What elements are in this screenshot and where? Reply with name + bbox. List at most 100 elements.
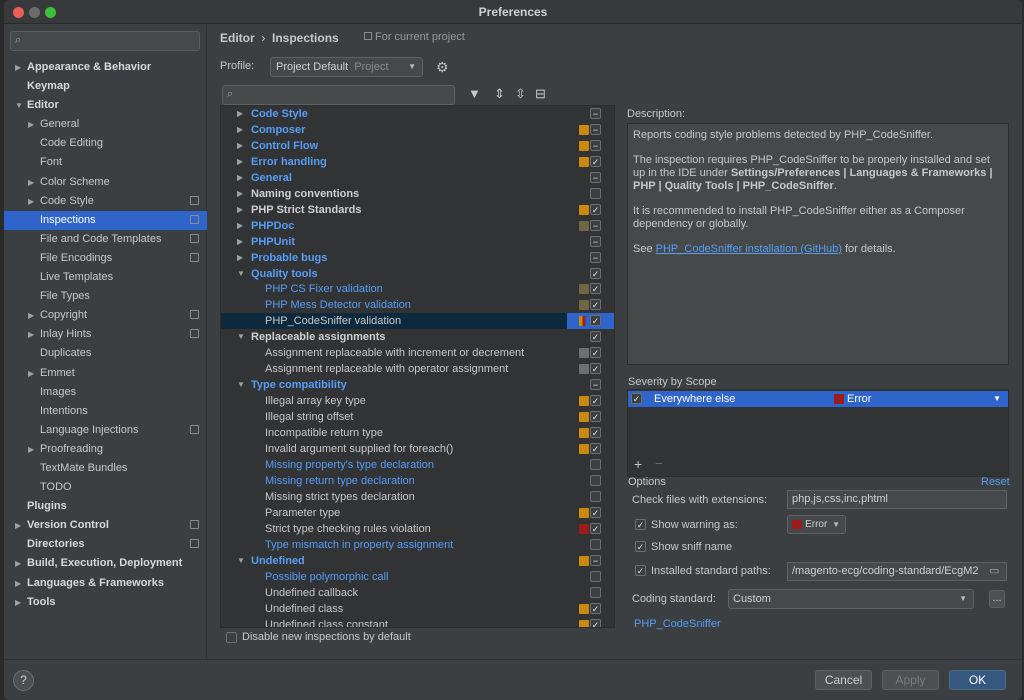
inspection-group[interactable]: ▶ Error handling ✓: [221, 154, 614, 170]
inspection-checkbox[interactable]: [590, 474, 601, 486]
chevron-right-icon[interactable]: ▶: [15, 58, 21, 77]
chevron-down-icon[interactable]: ▼: [993, 391, 1001, 407]
chevron-right-icon[interactable]: ▶: [237, 106, 243, 122]
inspection-item[interactable]: Illegal array key type ✓: [221, 393, 614, 409]
coding-standard-select[interactable]: Custom ▼: [728, 589, 974, 609]
sidebar-item-proofreading[interactable]: ▶ Proofreading: [4, 440, 207, 459]
inspection-checkbox[interactable]: ✓: [590, 602, 601, 614]
inspection-item[interactable]: Assignment replaceable with increment or…: [221, 345, 614, 361]
folder-icon[interactable]: ▭: [989, 563, 1003, 580]
chevron-down-icon[interactable]: ▼: [15, 96, 23, 115]
inspection-checkbox[interactable]: [590, 586, 601, 598]
sidebar-item-directories[interactable]: Directories: [4, 535, 207, 554]
ok-button[interactable]: OK: [949, 670, 1006, 690]
inspection-checkbox[interactable]: ✓: [590, 411, 601, 423]
expand-all-icon[interactable]: ⇕: [494, 86, 505, 102]
inspection-checkbox[interactable]: −: [590, 554, 601, 566]
sidebar-item-file-and-code-templates[interactable]: File and Code Templates: [4, 230, 207, 249]
sidebar-item-keymap[interactable]: Keymap: [4, 77, 207, 96]
chevron-right-icon[interactable]: ▶: [28, 173, 34, 192]
sidebar-item-file-types[interactable]: File Types: [4, 287, 207, 306]
zoom-window-button[interactable]: [45, 7, 56, 18]
inspection-checkbox[interactable]: [590, 570, 601, 582]
inspection-checkbox[interactable]: −: [590, 139, 601, 151]
installed-paths-checkbox[interactable]: ✓: [635, 565, 646, 576]
gear-icon[interactable]: ⚙: [436, 59, 449, 76]
inspection-group[interactable]: ▶ Composer −: [221, 122, 614, 138]
sidebar-item-font[interactable]: Font: [4, 153, 207, 172]
sidebar-item-live-templates[interactable]: Live Templates: [4, 268, 207, 287]
chevron-right-icon[interactable]: ▶: [237, 250, 243, 266]
chevron-right-icon[interactable]: ▶: [237, 170, 243, 186]
chevron-right-icon[interactable]: ▶: [15, 574, 21, 593]
inspection-checkbox[interactable]: [590, 538, 601, 550]
chevron-right-icon[interactable]: ▶: [15, 593, 21, 612]
sidebar-item-plugins[interactable]: Plugins: [4, 497, 207, 516]
inspection-checkbox[interactable]: −: [590, 123, 601, 135]
inspection-checkbox[interactable]: −: [590, 171, 601, 183]
add-scope-button[interactable]: +: [634, 456, 642, 472]
sidebar-item-code-style[interactable]: ▶ Code Style: [4, 192, 207, 211]
inspection-checkbox[interactable]: [590, 490, 601, 502]
sidebar-item-textmate-bundles[interactable]: TextMate Bundles: [4, 459, 207, 478]
inspection-item[interactable]: Strict type checking rules violation ✓: [221, 521, 614, 537]
sidebar-item-appearance-behavior[interactable]: ▶ Appearance & Behavior: [4, 58, 207, 77]
sidebar-item-inlay-hints[interactable]: ▶ Inlay Hints: [4, 325, 207, 344]
chevron-right-icon[interactable]: ▶: [28, 325, 34, 344]
sidebar-search-input[interactable]: ⌕: [10, 31, 200, 51]
sidebar-item-images[interactable]: Images: [4, 383, 207, 402]
inspection-group[interactable]: ▼ Replaceable assignments ✓: [221, 329, 614, 345]
sidebar-item-editor[interactable]: ▼ Editor: [4, 96, 207, 115]
inspection-checkbox[interactable]: ✓: [590, 618, 601, 627]
sidebar-item-copyright[interactable]: ▶ Copyright: [4, 306, 207, 325]
sidebar-item-intentions[interactable]: Intentions: [4, 402, 207, 421]
chevron-right-icon[interactable]: ▶: [237, 186, 243, 202]
more-button[interactable]: ...: [989, 590, 1005, 608]
chevron-right-icon[interactable]: ▶: [28, 306, 34, 325]
inspection-group[interactable]: ▶ Probable bugs −: [221, 250, 614, 266]
inspection-group[interactable]: ▶ Code Style −: [221, 106, 614, 122]
inspection-item[interactable]: Illegal string offset ✓: [221, 409, 614, 425]
inspection-item[interactable]: PHP CS Fixer validation ✓: [221, 281, 614, 297]
inspection-item[interactable]: PHP_CodeSniffer validation ✓: [221, 313, 614, 330]
sidebar-item-emmet[interactable]: ▶ Emmet: [4, 364, 207, 383]
reset-link[interactable]: Reset: [981, 476, 1010, 488]
sidebar-item-inspections[interactable]: Inspections: [4, 210, 207, 230]
collapse-all-icon[interactable]: ⇳: [515, 86, 526, 102]
inspection-group[interactable]: ▼ Quality tools ✓: [221, 266, 614, 282]
chevron-down-icon[interactable]: ▼: [237, 329, 245, 345]
inspection-item[interactable]: Missing return type declaration: [221, 473, 614, 489]
severity-level[interactable]: Error: [847, 391, 871, 407]
installation-link[interactable]: PHP_CodeSniffer installation (GitHub): [656, 243, 842, 255]
inspection-item[interactable]: Assignment replaceable with operator ass…: [221, 361, 614, 377]
sidebar-item-duplicates[interactable]: Duplicates: [4, 344, 207, 363]
inspection-checkbox[interactable]: −: [590, 379, 601, 391]
sidebar-item-version-control[interactable]: ▶ Version Control: [4, 516, 207, 535]
inspection-checkbox[interactable]: −: [590, 251, 601, 263]
inspection-checkbox[interactable]: ✓: [590, 427, 601, 439]
sidebar-item-tools[interactable]: ▶ Tools: [4, 593, 207, 612]
breadcrumb-editor[interactable]: Editor: [220, 31, 255, 45]
inspection-checkbox[interactable]: ✓: [590, 395, 601, 407]
chevron-right-icon[interactable]: ▶: [15, 516, 21, 535]
inspection-item[interactable]: Possible polymorphic call: [221, 569, 614, 585]
inspections-search-input[interactable]: ⌕: [222, 85, 455, 105]
disable-new-checkbox[interactable]: [226, 632, 237, 643]
inspection-checkbox[interactable]: ✓: [590, 347, 601, 359]
chevron-right-icon[interactable]: ▶: [28, 440, 34, 459]
chevron-down-icon[interactable]: ▼: [237, 266, 245, 282]
inspection-checkbox[interactable]: ✓: [590, 522, 601, 534]
inspection-item[interactable]: Undefined class ✓: [221, 601, 614, 617]
minimize-window-button[interactable]: [29, 7, 40, 18]
inspection-checkbox[interactable]: ✓: [590, 299, 601, 311]
inspection-group[interactable]: ▶ PHPUnit −: [221, 234, 614, 250]
inspection-checkbox[interactable]: −: [590, 235, 601, 247]
inspection-item[interactable]: PHP Mess Detector validation ✓: [221, 297, 614, 313]
chevron-right-icon[interactable]: ▶: [237, 154, 243, 170]
reset-to-empty-icon[interactable]: ⊟: [535, 86, 546, 102]
chevron-down-icon[interactable]: ▼: [237, 553, 245, 569]
remove-scope-button[interactable]: −: [655, 456, 663, 471]
inspection-item[interactable]: Parameter type ✓: [221, 505, 614, 521]
cancel-button[interactable]: Cancel: [815, 670, 872, 690]
apply-button[interactable]: Apply: [882, 670, 939, 690]
